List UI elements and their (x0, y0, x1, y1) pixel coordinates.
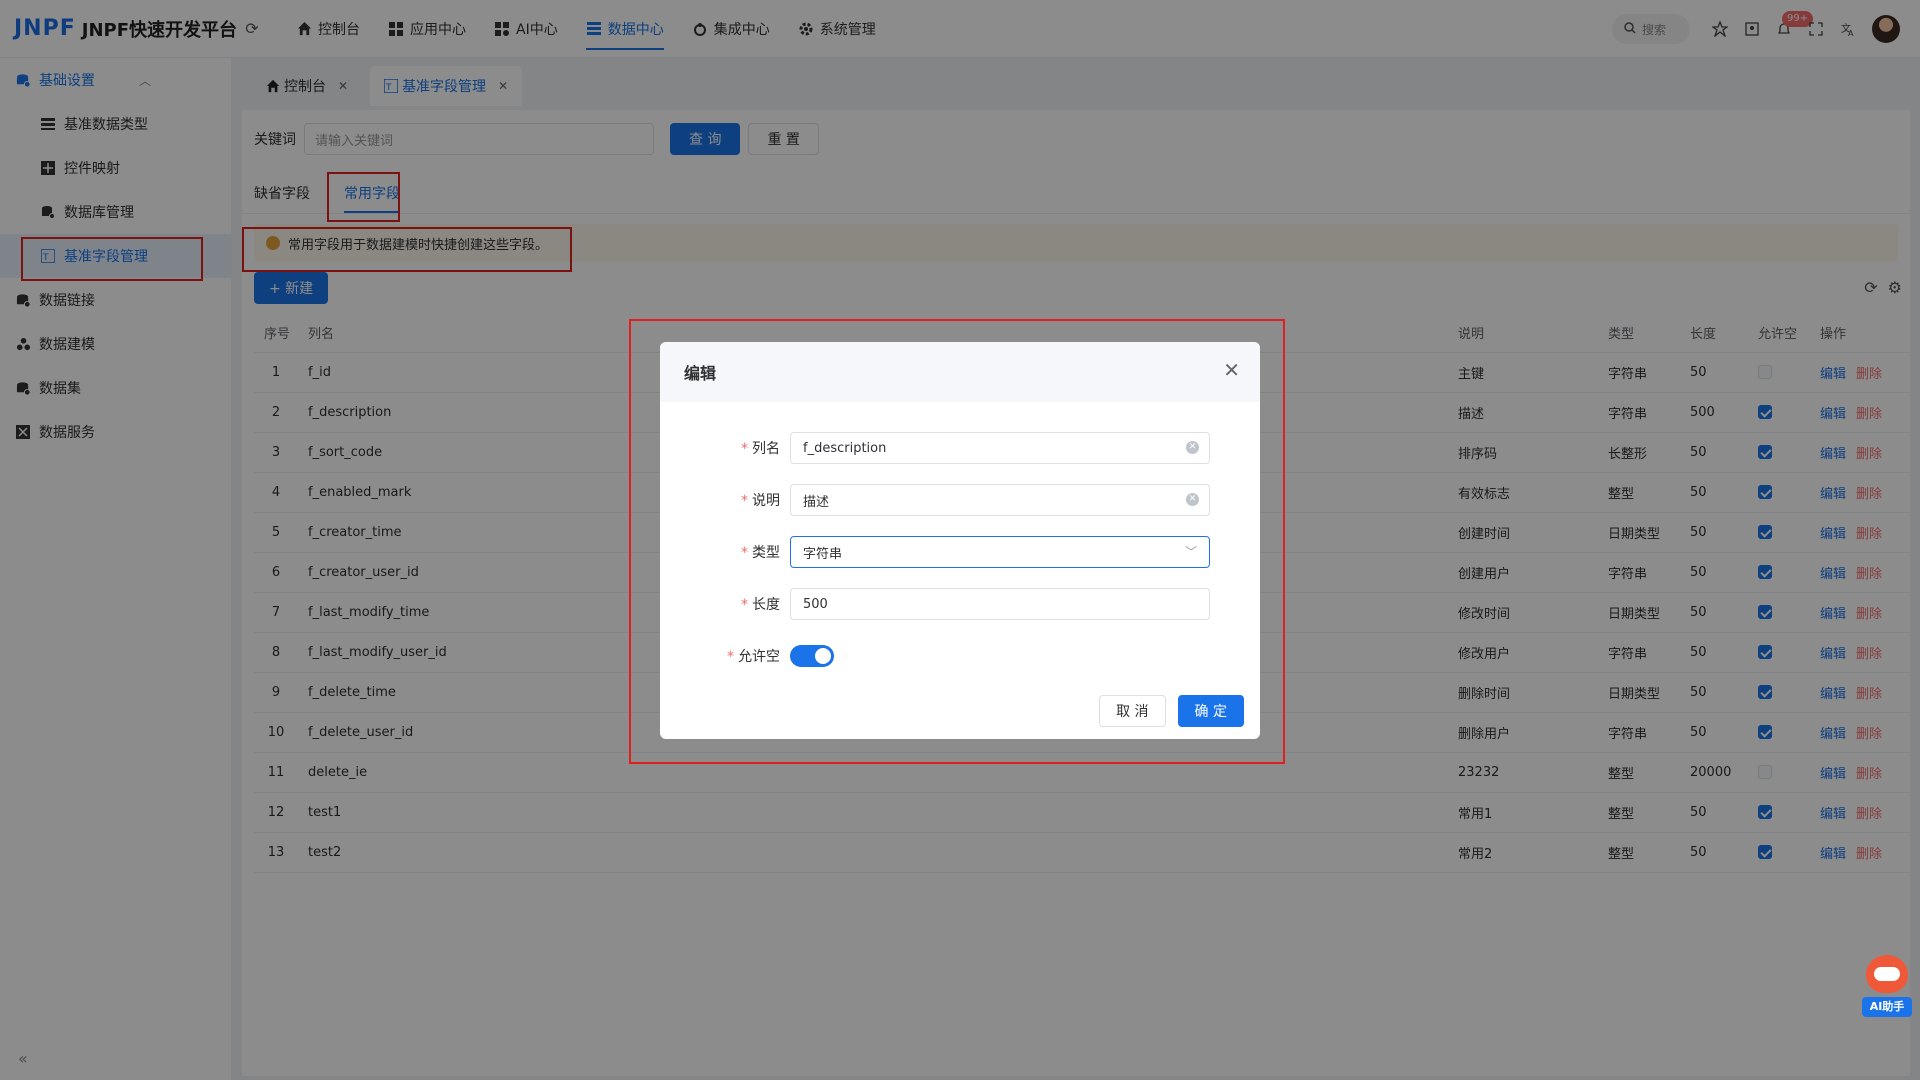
dialog-title: 编辑 (684, 364, 717, 383)
name-value: f_description (803, 440, 887, 456)
nullable-label-text: 允许空 (738, 649, 780, 665)
required-mark: * (741, 441, 748, 457)
length-input[interactable]: 500 (790, 588, 1210, 620)
required-mark: * (741, 493, 748, 509)
name-input[interactable]: f_description ✕ (790, 432, 1210, 464)
ai-assistant[interactable]: AI助手 (1862, 955, 1912, 1025)
form-row-type: * 类型 字符串 ﹀ (660, 526, 1260, 578)
clear-icon[interactable]: ✕ (1186, 441, 1199, 454)
length-label-text: 长度 (752, 597, 780, 613)
length-label: * 长度 (660, 594, 790, 614)
desc-label: * 说明 (660, 490, 790, 510)
name-label: * 列名 (660, 438, 790, 458)
cancel-button[interactable]: 取 消 (1099, 695, 1166, 727)
form-row-nullable: * 允许空 (660, 630, 1260, 682)
required-mark: * (741, 597, 748, 613)
desc-label-text: 说明 (752, 493, 780, 509)
dialog-header: 编辑 ✕ (660, 342, 1260, 402)
type-value: 字符串 (803, 546, 843, 562)
clear-icon[interactable]: ✕ (1186, 493, 1199, 506)
ai-assistant-label: AI助手 (1862, 997, 1912, 1017)
name-label-text: 列名 (752, 441, 780, 457)
required-mark: * (727, 649, 734, 665)
close-icon[interactable]: ✕ (1223, 360, 1240, 380)
edit-dialog: 编辑 ✕ * 列名 f_description ✕ * 说明 描述 ✕ * 类型 字符串 ﹀… (660, 342, 1260, 739)
form-row-length: * 长度 500 (660, 578, 1260, 630)
nullable-switch[interactable] (790, 645, 834, 667)
chevron-down-icon: ﹀ (1184, 545, 1197, 559)
type-label: * 类型 (660, 542, 790, 562)
type-label-text: 类型 (752, 545, 780, 561)
form-row-desc: * 说明 描述 ✕ (660, 474, 1260, 526)
confirm-button[interactable]: 确 定 (1177, 695, 1244, 727)
desc-value: 描述 (803, 494, 830, 510)
nullable-label: * 允许空 (660, 646, 790, 666)
required-mark: * (741, 545, 748, 561)
dialog-footer: 取 消 确 定 (1099, 695, 1244, 727)
desc-input[interactable]: 描述 ✕ (790, 484, 1210, 516)
type-select[interactable]: 字符串 ﹀ (790, 536, 1210, 568)
length-value: 500 (803, 596, 828, 612)
form-row-name: * 列名 f_description ✕ (660, 422, 1260, 474)
robot-icon (1866, 955, 1908, 993)
